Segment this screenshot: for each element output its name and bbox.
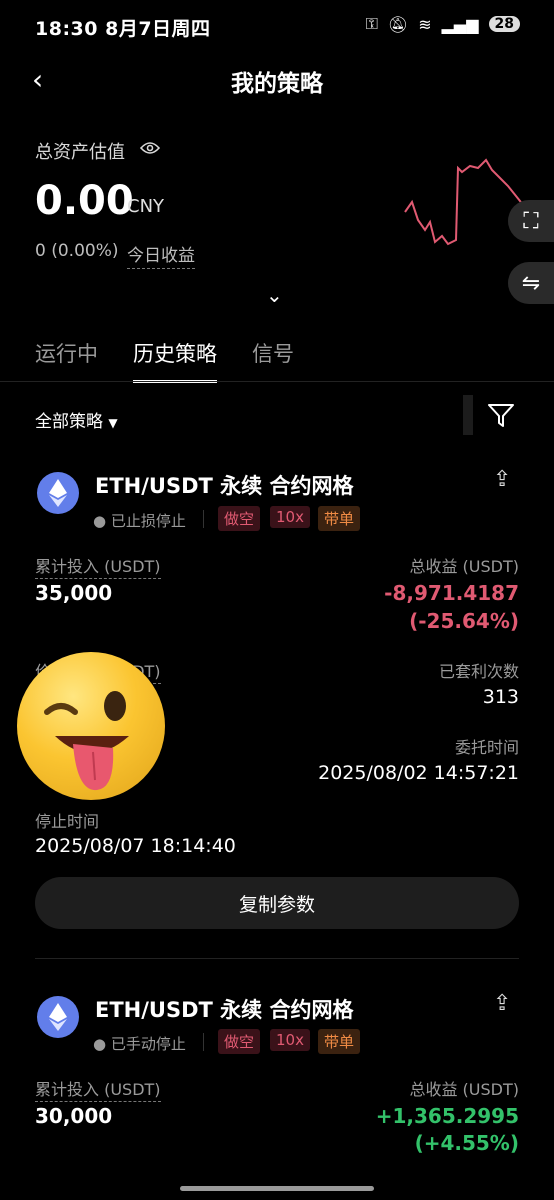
wifi-icon: ≋ <box>418 14 432 34</box>
stop-time-label: 停止时间 <box>35 812 100 831</box>
invest-label: 累计投入 (USDT) <box>35 1076 161 1102</box>
profit-percent: (-25.64%) <box>409 609 519 633</box>
qr-icon[interactable]: ⛶ <box>508 200 554 242</box>
order-time-label: 委托时间 <box>454 738 519 757</box>
tag-leverage: 10x <box>270 1029 310 1051</box>
eth-icon <box>37 996 79 1038</box>
today-pnl: 0 (0.00%) <box>35 241 119 261</box>
tag-leverage: 10x <box>270 506 310 528</box>
strategy-title[interactable]: ETH/USDT 永续 合约网格 <box>95 470 353 500</box>
strategy-filter-dropdown[interactable]: 全部策略 ▼ <box>35 407 118 432</box>
tag-direction: 做空 <box>218 506 261 531</box>
winking-emoji-sticker <box>17 652 165 800</box>
tag-copytrade: 带单 <box>318 1029 361 1054</box>
invest-value: 30,000 <box>35 1104 113 1128</box>
eye-icon[interactable] <box>139 139 161 160</box>
profit-label: 总收益 (USDT) <box>409 557 519 576</box>
profit-value: +1,365.2995 <box>375 1104 519 1128</box>
filter-separator <box>463 395 473 435</box>
tab-signal[interactable]: 信号 <box>252 338 294 383</box>
arbitrage-value: 313 <box>482 686 519 708</box>
filter-icon[interactable] <box>486 400 516 430</box>
asset-label: 总资产估值 <box>35 142 125 163</box>
profit-label: 总收益 (USDT) <box>409 1080 519 1099</box>
sparkline-chart <box>404 158 525 246</box>
stop-time-value: 2025/08/07 18:14:40 <box>35 835 236 857</box>
arbitrage-label: 已套利次数 <box>438 662 519 681</box>
signal-icon: ▂▄▆ <box>441 14 479 34</box>
today-pnl-label[interactable]: 今日收益 <box>127 241 195 269</box>
mute-icon: 🔕︎ <box>387 14 409 34</box>
battery-indicator: 28 <box>488 16 520 32</box>
copy-params-button[interactable]: 复制参数 <box>35 877 519 929</box>
strategy-title[interactable]: ETH/USDT 永续 合约网格 <box>95 994 353 1024</box>
caret-down-icon: ▼ <box>108 416 118 430</box>
card-divider <box>35 958 519 959</box>
chevron-down-icon[interactable]: ⌄ <box>266 283 283 307</box>
strategy-status: ● 已手动停止 <box>93 1035 186 1053</box>
asset-currency: CNY <box>127 196 165 217</box>
profit-percent: (+4.55%) <box>414 1131 519 1155</box>
filter-label: 全部策略 <box>35 412 103 432</box>
tab-divider <box>0 381 554 382</box>
strategy-tabs: 运行中 历史策略 信号 <box>35 338 294 383</box>
tag-direction: 做空 <box>218 1029 261 1054</box>
eth-icon <box>37 472 79 514</box>
tab-history[interactable]: 历史策略 <box>133 338 217 383</box>
page-title: 我的策略 <box>231 71 323 97</box>
order-time-value: 2025/08/02 14:57:21 <box>318 762 519 784</box>
tag-copytrade: 带单 <box>318 506 361 531</box>
switch-icon[interactable]: ⇋ <box>508 262 554 304</box>
home-indicator[interactable] <box>180 1186 374 1191</box>
invest-value: 35,000 <box>35 581 113 605</box>
status-icons: ⚿ 🔕︎ ≋ ▂▄▆ 28 <box>366 14 520 34</box>
share-icon[interactable]: ⇪ <box>493 467 511 492</box>
share-icon[interactable]: ⇪ <box>493 991 511 1016</box>
asset-value: 0.00 <box>35 178 134 224</box>
profit-value: -8,971.4187 <box>384 581 519 605</box>
strategy-status: ● 已止损停止 <box>93 512 186 530</box>
tab-running[interactable]: 运行中 <box>35 338 98 383</box>
invest-label: 累计投入 (USDT) <box>35 553 161 579</box>
status-time: 18:30 8月7日周四 <box>35 18 211 40</box>
key-icon: ⚿ <box>365 14 378 33</box>
